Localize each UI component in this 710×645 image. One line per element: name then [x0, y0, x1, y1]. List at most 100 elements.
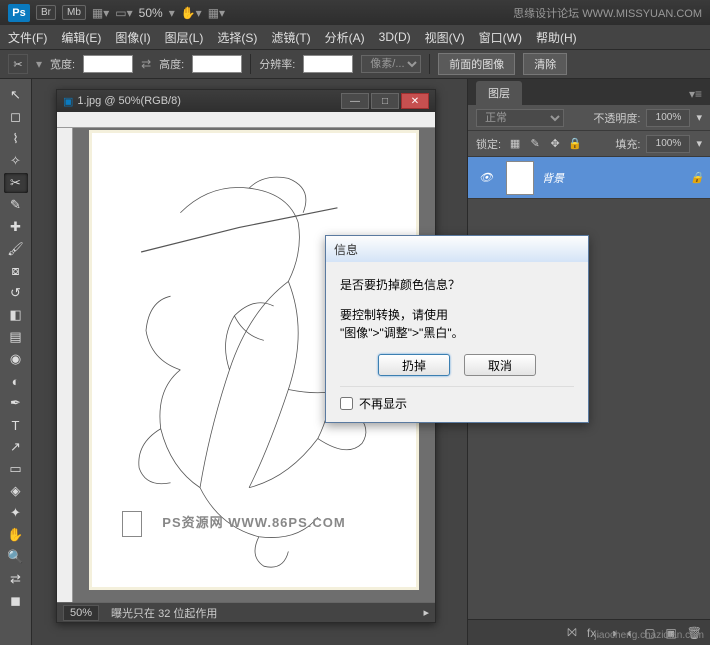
wand-tool-icon[interactable]: ✧: [4, 151, 28, 171]
blend-row: 正常 不透明度: 100% ▾: [468, 105, 710, 131]
width-label: 宽度:: [50, 56, 75, 72]
app-titlebar: Ps Br Mb ▦▾ ▭▾ 50% ▾ ✋▾ ▦▾ 思缘设计论坛 WWW.MI…: [0, 0, 710, 25]
document-statusbar: 50% 曝光只在 32 位起作用 ▸: [57, 602, 435, 622]
dialog-message-1: 是否要扔掉颜色信息？: [340, 276, 574, 294]
document-title: 1.jpg @ 50%(RGB/8): [77, 95, 181, 107]
crop-tool-icon[interactable]: ✂: [4, 173, 28, 193]
marquee-tool-icon[interactable]: ◻: [4, 107, 28, 127]
link-layers-icon[interactable]: ⨝: [567, 625, 577, 640]
menubar: 文件(F) 编辑(E) 图像(I) 图层(L) 选择(S) 滤镜(T) 分析(A…: [0, 25, 710, 49]
dodge-tool-icon[interactable]: ◐: [4, 371, 28, 391]
extras-icon[interactable]: ▦▾: [208, 6, 225, 20]
brush-tool-icon[interactable]: 🖌: [4, 239, 28, 259]
lock-position-icon[interactable]: ✥: [547, 136, 563, 152]
shape-tool-icon[interactable]: ▭: [4, 459, 28, 479]
screen-mode-icon[interactable]: ▦▾: [92, 6, 109, 20]
opacity-value[interactable]: 100%: [646, 109, 690, 127]
status-arrow-icon[interactable]: ▸: [423, 606, 429, 619]
move-tool-icon[interactable]: ↖: [4, 85, 28, 105]
menu-filter[interactable]: 滤镜(T): [271, 29, 310, 46]
doc-title-icon: ▣: [63, 95, 73, 108]
hand-tool-icon[interactable]: ✋: [4, 525, 28, 545]
menu-window[interactable]: 窗口(W): [479, 29, 522, 46]
page-watermark: jiaocheng.chazidian.com: [594, 630, 704, 641]
zoom-readout[interactable]: 50%: [139, 6, 163, 20]
blend-mode-select[interactable]: 正常: [476, 109, 564, 127]
layer-name[interactable]: 背景: [542, 170, 564, 186]
maximize-button[interactable]: □: [371, 93, 399, 109]
height-label: 高度:: [159, 56, 184, 72]
lock-row: 锁定: ▦ ✎ ✥ 🔒 填充: 100% ▾: [468, 131, 710, 157]
discard-button[interactable]: 扔掉: [378, 354, 450, 376]
fg-bg-swatch-icon[interactable]: ◼: [4, 591, 28, 611]
fill-value[interactable]: 100%: [646, 135, 690, 153]
menu-file[interactable]: 文件(F): [8, 29, 47, 46]
document-titlebar[interactable]: ▣ 1.jpg @ 50%(RGB/8) — □ ✕: [57, 90, 435, 112]
swap-icon[interactable]: ⇄: [141, 57, 151, 71]
zoom-value[interactable]: 50%: [63, 605, 99, 621]
resolution-input[interactable]: [303, 55, 353, 73]
menu-analysis[interactable]: 分析(A): [325, 29, 365, 46]
menu-layer[interactable]: 图层(L): [165, 29, 204, 46]
minimize-button[interactable]: —: [341, 93, 369, 109]
color-swap-icon[interactable]: ⇄: [4, 569, 28, 589]
dialog-titlebar[interactable]: 信息: [326, 236, 588, 262]
preset-dropdown-icon[interactable]: ▾: [36, 57, 42, 71]
layer-thumbnail[interactable]: [506, 161, 534, 195]
menu-edit[interactable]: 编辑(E): [61, 29, 101, 46]
fill-arrow-icon[interactable]: ▾: [696, 137, 702, 150]
panel-menu-icon[interactable]: ▾≡: [681, 83, 710, 105]
opacity-arrow-icon[interactable]: ▾: [696, 111, 702, 124]
status-text: 曝光只在 32 位起作用: [111, 605, 217, 621]
dont-show-checkbox[interactable]: [340, 397, 353, 410]
blur-tool-icon[interactable]: ◉: [4, 349, 28, 369]
type-tool-icon[interactable]: T: [4, 415, 28, 435]
toolbox: ↖ ◻ ⌇ ✧ ✂ ✎ ✚ 🖌 ⧇ ↺ ◧ ▤ ◉ ◐ ✒ T ↗ ▭ ◈ ✦ …: [0, 79, 32, 645]
lasso-tool-icon[interactable]: ⌇: [4, 129, 28, 149]
lock-pixels-icon[interactable]: ✎: [527, 136, 543, 152]
3d-tool-icon[interactable]: ◈: [4, 481, 28, 501]
visibility-icon[interactable]: 👁: [479, 171, 493, 184]
eyedropper-tool-icon[interactable]: ✎: [4, 195, 28, 215]
3d-camera-tool-icon[interactable]: ✦: [4, 503, 28, 523]
lock-transparency-icon[interactable]: ▦: [507, 136, 523, 152]
path-tool-icon[interactable]: ↗: [4, 437, 28, 457]
menu-3d[interactable]: 3D(D): [379, 30, 411, 44]
heal-tool-icon[interactable]: ✚: [4, 217, 28, 237]
zoom-tool-icon[interactable]: 🔍: [4, 547, 28, 567]
ruler-vertical: [57, 128, 73, 602]
stamp-tool-icon[interactable]: ⧇: [4, 261, 28, 281]
height-input[interactable]: [192, 55, 242, 73]
bridge-button[interactable]: Br: [36, 5, 56, 20]
lock-label: 锁定:: [476, 136, 501, 152]
pen-tool-icon[interactable]: ✒: [4, 393, 28, 413]
layers-tab[interactable]: 图层: [476, 81, 522, 105]
width-input[interactable]: [83, 55, 133, 73]
close-button[interactable]: ✕: [401, 93, 429, 109]
layer-row[interactable]: 👁 背景 🔒: [468, 157, 710, 199]
dialog-message-2: 要控制转换，请使用 "图像">"调整">"黑白"。: [340, 306, 574, 342]
lock-all-icon[interactable]: 🔒: [567, 136, 583, 152]
menu-image[interactable]: 图像(I): [115, 29, 150, 46]
cancel-button[interactable]: 取消: [464, 354, 536, 376]
fill-label: 填充:: [615, 136, 640, 152]
history-brush-tool-icon[interactable]: ↺: [4, 283, 28, 303]
menu-help[interactable]: 帮助(H): [536, 29, 577, 46]
hand-icon[interactable]: ✋▾: [181, 6, 202, 20]
zoom-dropdown-icon[interactable]: ▾: [169, 6, 175, 20]
gradient-tool-icon[interactable]: ▤: [4, 327, 28, 347]
options-bar: ✂ ▾ 宽度: ⇄ 高度: 分辨率: 像素/... 前面的图像 清除: [0, 49, 710, 79]
resolution-label: 分辨率:: [259, 56, 295, 72]
minibridge-button[interactable]: Mb: [62, 5, 86, 20]
menu-select[interactable]: 选择(S): [217, 29, 257, 46]
arrange-icon[interactable]: ▭▾: [115, 6, 132, 20]
front-image-button[interactable]: 前面的图像: [438, 53, 515, 75]
clear-button[interactable]: 清除: [523, 53, 567, 75]
opacity-label: 不透明度:: [593, 110, 640, 126]
info-dialog: 信息 是否要扔掉颜色信息？ 要控制转换，请使用 "图像">"调整">"黑白"。 …: [325, 235, 589, 423]
menu-view[interactable]: 视图(V): [425, 29, 465, 46]
ps-logo: Ps: [8, 4, 30, 22]
eraser-tool-icon[interactable]: ◧: [4, 305, 28, 325]
crop-tool-preset-icon[interactable]: ✂: [8, 54, 28, 74]
unit-select[interactable]: 像素/...: [361, 55, 421, 73]
